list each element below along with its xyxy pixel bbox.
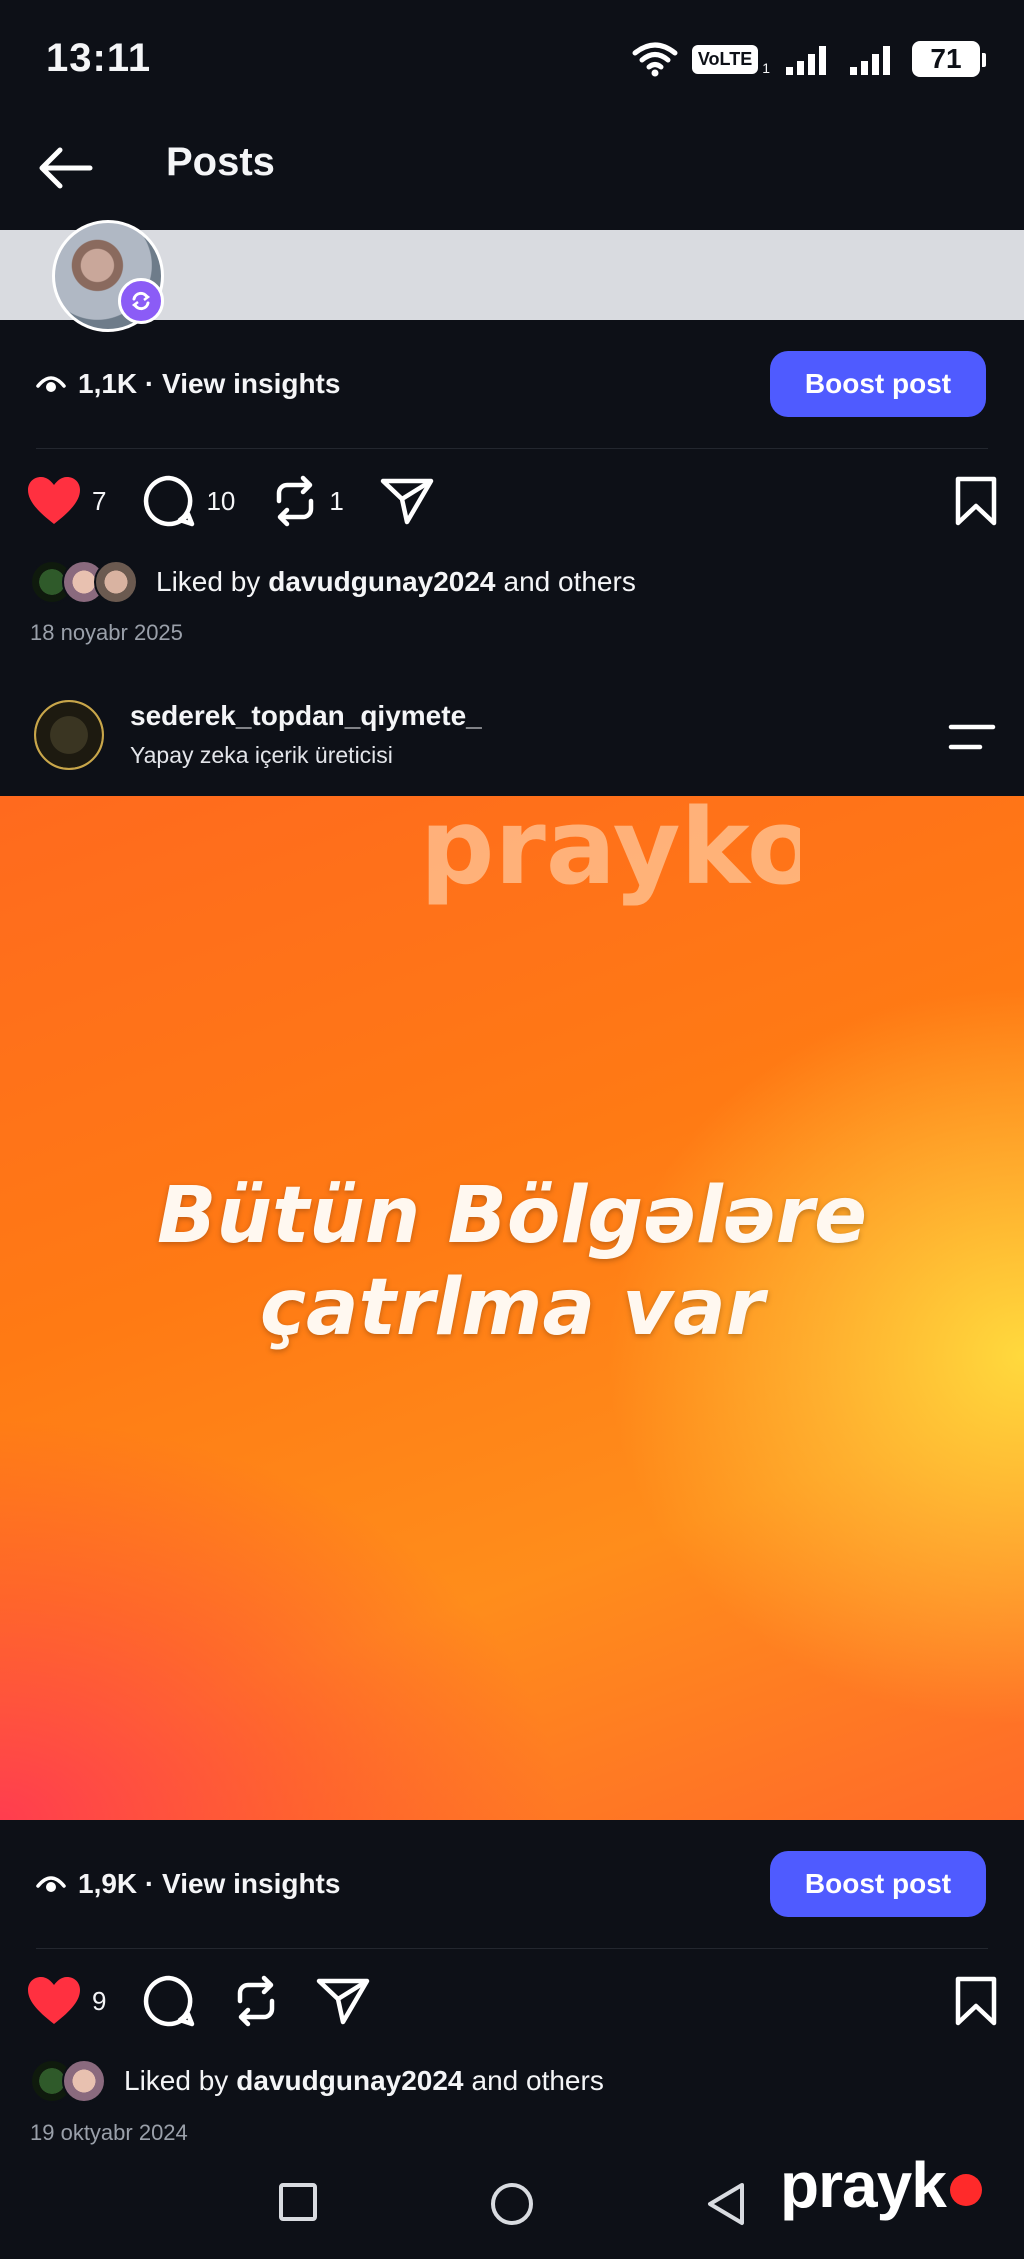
brand-label: prayk xyxy=(780,2149,947,2221)
signal-icon xyxy=(786,46,826,75)
share-button[interactable] xyxy=(316,1977,370,2025)
eye-icon xyxy=(36,1876,66,1892)
recents-square-icon[interactable] xyxy=(278,2182,318,2222)
repost-badge xyxy=(118,278,164,324)
comment-icon xyxy=(144,1975,195,2027)
avatar xyxy=(62,2059,106,2103)
back-button[interactable] xyxy=(34,142,96,194)
insights-label: 1,9K · View insights xyxy=(78,1868,341,1899)
repost-count: 1 xyxy=(329,485,344,516)
liker-avatars xyxy=(30,560,138,604)
author-name[interactable]: sederek_topdan_qiymete_ xyxy=(130,700,482,732)
liked-by-user[interactable]: davudgunay2024 xyxy=(268,566,495,598)
like-count: 7 xyxy=(92,485,107,516)
page-title: Posts xyxy=(166,140,275,184)
arrow-left-icon xyxy=(39,147,93,189)
post-image-text: Bütün Bölgələre çatrlma var xyxy=(0,1170,1024,1354)
liked-by-row[interactable]: Liked by davudgunay2024 and others xyxy=(30,557,636,607)
insights-row: 1,9K · View insights Boost post xyxy=(0,1836,1024,1932)
post-date: 19 oktyabr 2024 xyxy=(30,2120,188,2145)
bookmark-button[interactable] xyxy=(954,1976,998,2031)
divider xyxy=(36,1948,988,1949)
view-insights-link[interactable]: 1,9K · View insights xyxy=(36,1868,340,1900)
insights-row: 1,1K · View insights Boost post xyxy=(0,336,1024,432)
back-triangle-icon[interactable] xyxy=(706,2182,746,2226)
eye-icon xyxy=(36,376,66,392)
send-icon xyxy=(317,1978,370,2025)
heart-icon xyxy=(28,477,80,524)
like-button[interactable]: 9 xyxy=(26,1976,106,2026)
liked-by-user[interactable]: davudgunay2024 xyxy=(236,2065,463,2097)
liked-by-suffix: and others xyxy=(503,566,636,597)
like-count: 9 xyxy=(92,1985,107,2016)
comment-icon xyxy=(144,475,195,527)
send-icon xyxy=(380,478,434,525)
status-time: 13:11 xyxy=(46,36,152,80)
watermark-logo: prayko xyxy=(420,795,800,908)
comment-button[interactable] xyxy=(142,1974,196,2028)
status-icons: VoLTE 1 71 xyxy=(632,36,986,82)
post-image-text-line1: Bütün Bölgələre xyxy=(157,1171,867,1261)
repost-icon xyxy=(131,291,151,311)
avatar xyxy=(94,560,138,604)
liked-by-prefix: Liked by xyxy=(156,566,261,597)
like-button[interactable]: 7 xyxy=(26,476,106,526)
liked-by-row[interactable]: Liked by davudgunay2024 and others xyxy=(30,2056,604,2106)
repost-icon xyxy=(277,475,314,527)
liker-avatars xyxy=(30,2059,106,2103)
comment-count: 10 xyxy=(206,485,236,516)
battery-indicator: 71 xyxy=(912,41,986,77)
liked-by-suffix: and others xyxy=(471,2065,604,2096)
menu-icon xyxy=(948,724,996,750)
post-image-text-line2: çatrlma var xyxy=(259,1263,765,1353)
repost-icon xyxy=(238,1975,275,2027)
volte-badge: VoLTE xyxy=(691,44,759,74)
author-subtitle: Yapay zeka içerik üreticisi xyxy=(130,742,393,768)
more-options-button[interactable] xyxy=(948,722,996,752)
avatar[interactable] xyxy=(34,700,104,770)
brand-logo: prayk xyxy=(780,2148,982,2222)
home-circle-icon[interactable] xyxy=(490,2182,534,2226)
boost-post-button[interactable]: Boost post xyxy=(770,351,986,417)
brand-dot xyxy=(949,2174,982,2207)
divider xyxy=(36,448,988,449)
bookmark-button[interactable] xyxy=(954,476,998,531)
liked-by-prefix: Liked by xyxy=(124,2065,229,2096)
action-bar: 9 xyxy=(26,1966,998,2036)
repost-button[interactable] xyxy=(232,1975,280,2027)
sim-index: 1 xyxy=(762,60,770,76)
signal-icon-2 xyxy=(850,46,890,75)
repost-button[interactable]: 1 xyxy=(271,475,344,527)
wifi-icon xyxy=(632,42,678,77)
bookmark-icon xyxy=(955,476,997,526)
action-bar: 7 10 1 xyxy=(26,466,998,536)
boost-post-button[interactable]: Boost post xyxy=(770,1851,986,1917)
app-header xyxy=(0,120,1024,230)
comment-button[interactable]: 10 xyxy=(142,474,235,528)
view-insights-link[interactable]: 1,1K · View insights xyxy=(36,368,340,400)
insights-label: 1,1K · View insights xyxy=(78,368,341,399)
heart-icon xyxy=(28,1977,80,2024)
post-date: 18 noyabr 2025 xyxy=(30,620,183,645)
svg-text:prayko: prayko xyxy=(420,795,800,908)
share-button[interactable] xyxy=(380,477,434,525)
bookmark-icon xyxy=(955,1976,997,2026)
